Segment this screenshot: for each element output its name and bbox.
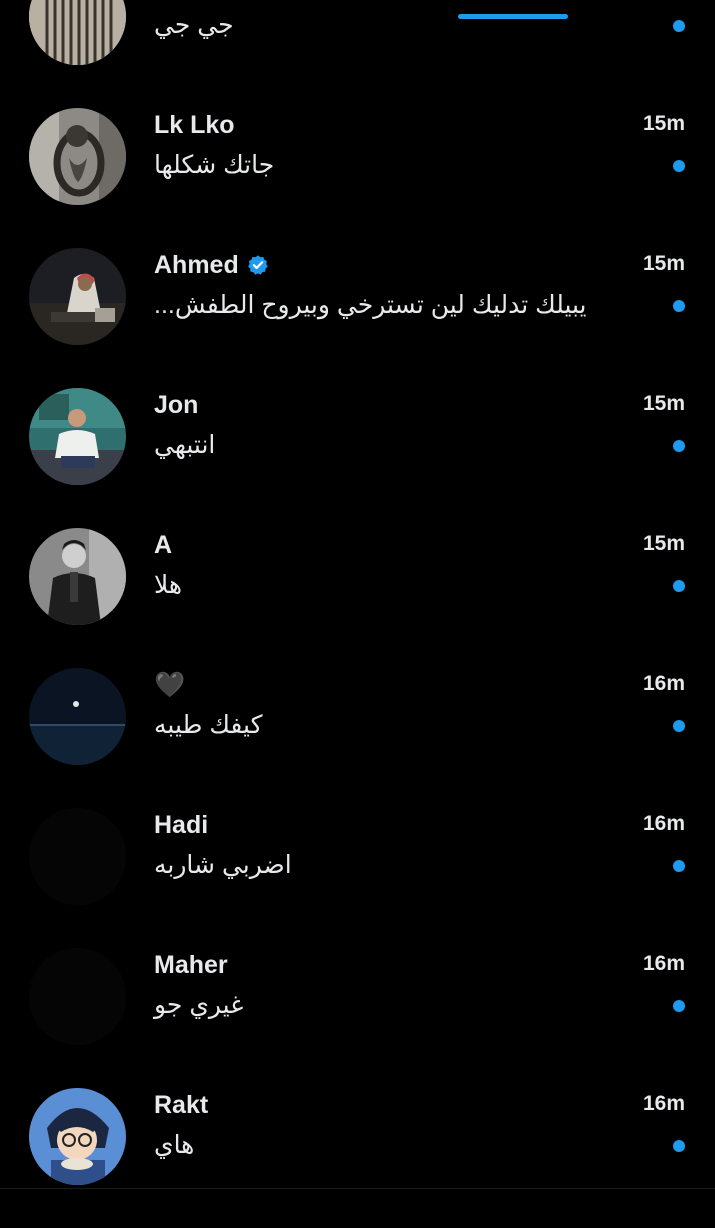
avatar-seated-man-photo-icon bbox=[29, 388, 126, 485]
avatar[interactable] bbox=[29, 1088, 126, 1185]
avatar-bw-portrait-photo-icon bbox=[29, 528, 126, 625]
unread-indicator bbox=[673, 580, 685, 592]
conversation-row[interactable]: Rakt 16m هاي bbox=[0, 1088, 715, 1228]
conversation-row[interactable]: 🖤 16m كيفك طيبه bbox=[0, 668, 715, 808]
message-preview: غيري جو bbox=[154, 991, 244, 1019]
avatar[interactable] bbox=[29, 948, 126, 1045]
avatar[interactable] bbox=[29, 528, 126, 625]
conversation-row[interactable]: Hadi 16m اضربي شاربه bbox=[0, 808, 715, 948]
avatar-blank-icon bbox=[29, 948, 126, 1045]
conversation-row[interactable]: Lk Lko 15m جاتك شكلها bbox=[0, 108, 715, 248]
avatar-moon-sea-photo-icon bbox=[29, 668, 126, 765]
conversation-row[interactable]: جي جي bbox=[0, 0, 715, 108]
message-time: 15m bbox=[642, 252, 685, 275]
unread-indicator bbox=[673, 440, 685, 452]
message-preview: يبيلك تدليك لين تسترخي وبيروح الطفش... bbox=[154, 291, 587, 319]
message-preview: كيفك طيبه bbox=[154, 711, 263, 739]
avatar-anime-boy-icon bbox=[29, 1088, 126, 1185]
contact-name: Rakt bbox=[154, 1090, 209, 1119]
avatar-doorknocker-photo-icon bbox=[29, 108, 126, 205]
avatar[interactable] bbox=[29, 808, 126, 905]
message-preview: اضربي شاربه bbox=[154, 851, 292, 879]
conversation-row[interactable]: A 15m هلا bbox=[0, 528, 715, 668]
message-preview: جاتك شكلها bbox=[154, 151, 275, 179]
conversation-row[interactable]: Maher 16m غيري جو bbox=[0, 948, 715, 1088]
contact-name: A bbox=[154, 530, 173, 559]
avatar[interactable] bbox=[29, 108, 126, 205]
message-time: 16m bbox=[642, 1092, 685, 1115]
unread-indicator bbox=[673, 720, 685, 732]
message-time: 16m bbox=[642, 952, 685, 975]
unread-indicator bbox=[673, 860, 685, 872]
contact-name: 🖤 bbox=[154, 670, 186, 699]
verified-badge-icon bbox=[247, 255, 268, 275]
avatar[interactable] bbox=[29, 248, 126, 345]
divider bbox=[0, 1188, 715, 1189]
conversation-row[interactable]: Ahmed 15m يبيلك تدليك لين تسترخي وبيروح … bbox=[0, 248, 715, 388]
message-time: 15m bbox=[642, 392, 685, 415]
conversation-row[interactable]: Jon 15m انتبهي bbox=[0, 388, 715, 528]
contact-name: Hadi bbox=[154, 810, 209, 839]
avatar-blank-icon bbox=[29, 808, 126, 905]
avatar-person-photo-icon bbox=[29, 248, 126, 345]
message-preview: هلا bbox=[154, 571, 183, 599]
avatar[interactable] bbox=[29, 0, 126, 65]
avatar[interactable] bbox=[29, 388, 126, 485]
unread-indicator bbox=[673, 160, 685, 172]
contact-name: Maher bbox=[154, 950, 228, 979]
unread-indicator bbox=[673, 1140, 685, 1152]
message-time: 16m bbox=[642, 672, 685, 695]
avatar-bars-photo-icon bbox=[29, 0, 126, 65]
message-time: 15m bbox=[642, 532, 685, 555]
unread-indicator bbox=[673, 20, 685, 32]
avatar[interactable] bbox=[29, 668, 126, 765]
message-preview: جي جي bbox=[154, 11, 234, 39]
contact-name: Ahmed bbox=[154, 250, 239, 279]
unread-indicator bbox=[673, 1000, 685, 1012]
message-time: 15m bbox=[642, 112, 685, 135]
unread-indicator bbox=[673, 300, 685, 312]
contact-name: Jon bbox=[154, 390, 199, 419]
message-time: 16m bbox=[642, 812, 685, 835]
contact-name: Lk Lko bbox=[154, 110, 235, 139]
message-preview: انتبهي bbox=[154, 431, 216, 459]
message-preview: هاي bbox=[154, 1131, 195, 1159]
